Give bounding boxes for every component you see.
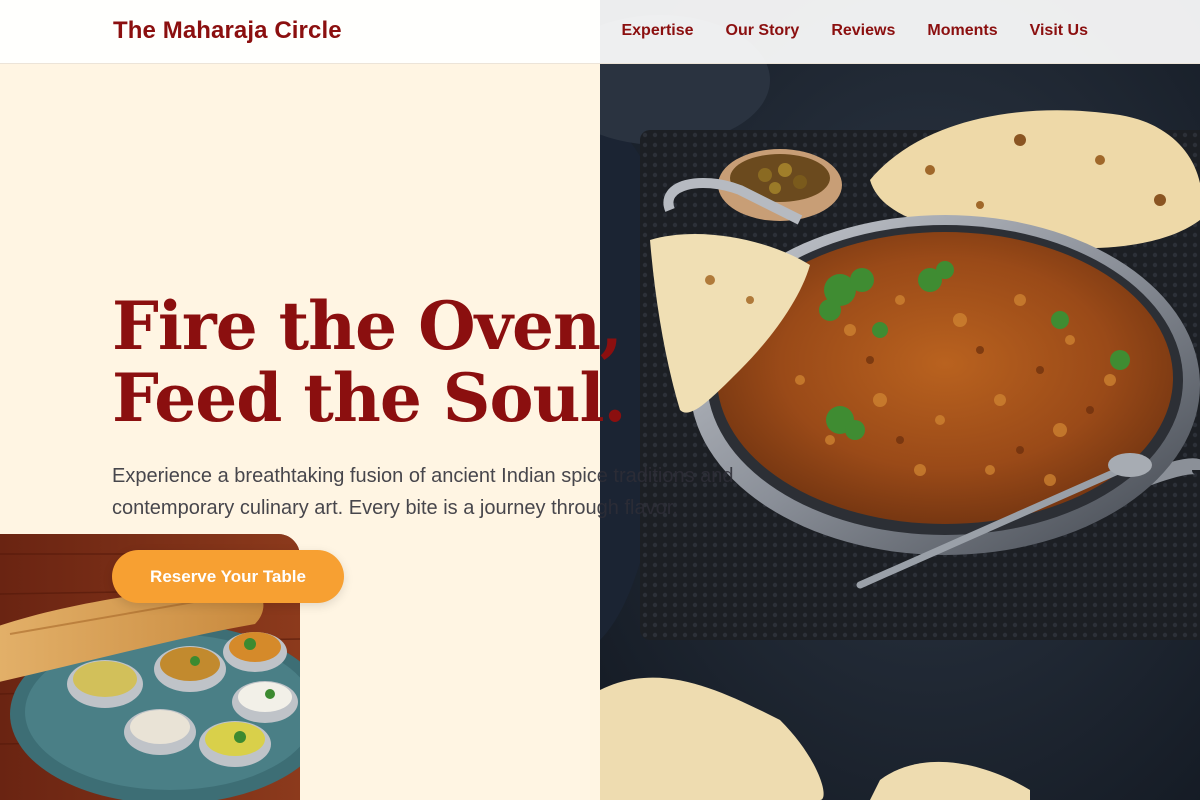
- nav-link-reviews[interactable]: Reviews: [831, 22, 895, 40]
- hero-subtext: Experience a breathtaking fusion of anci…: [112, 465, 734, 519]
- nav-link-expertise[interactable]: Expertise: [621, 22, 693, 40]
- reserve-table-button[interactable]: Reserve Your Table: [112, 550, 344, 603]
- hero-headline: Fire the Oven, Feed the Soul.: [112, 287, 627, 437]
- nav-link-our-story[interactable]: Our Story: [726, 22, 800, 40]
- main-nav: Expertise Our Story Reviews Moments Visi…: [621, 22, 1088, 40]
- site-header: The Maharaja Circle Expertise Our Story …: [0, 0, 1200, 64]
- nav-link-visit-us[interactable]: Visit Us: [1030, 22, 1088, 40]
- nav-link-moments[interactable]: Moments: [927, 22, 997, 40]
- brand-logo-text[interactable]: The Maharaja Circle: [113, 17, 342, 45]
